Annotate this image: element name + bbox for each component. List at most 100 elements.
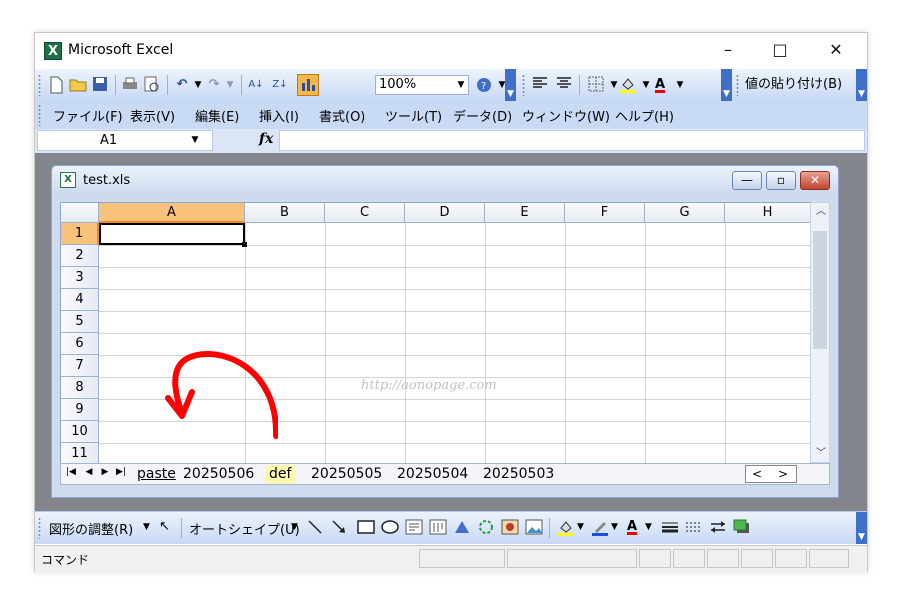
scroll-down-arrow-icon[interactable]: ﹀ (814, 447, 828, 461)
toolbar-grip[interactable] (522, 74, 525, 96)
scroll-right-icon[interactable]: > (778, 466, 788, 482)
vertical-scroll-thumb[interactable] (813, 231, 827, 349)
sheet-tab-20250503[interactable]: 20250503 (479, 465, 558, 484)
toolbar-overflow-chevron-icon[interactable]: ▼ (721, 69, 732, 101)
maximize-button[interactable]: □ (757, 33, 803, 69)
column-header-f[interactable]: F (565, 203, 645, 223)
fill-color-dropdown-icon[interactable]: ▼ (577, 522, 584, 532)
sheet-tab-def[interactable]: def (265, 465, 296, 484)
clip-art-icon[interactable] (501, 519, 519, 539)
menu-help[interactable]: ヘルプ(H) (615, 106, 674, 125)
menu-file[interactable]: ファイル(F) (53, 106, 123, 125)
rectangle-icon[interactable] (357, 519, 375, 539)
menu-edit[interactable]: 編集(E) (195, 106, 239, 125)
font-color-dropdown-icon[interactable]: ▼ (645, 522, 652, 532)
help-icon[interactable]: ? (475, 76, 493, 94)
align-center-icon[interactable] (555, 76, 573, 94)
menu-tools[interactable]: ツール(T) (385, 106, 442, 125)
row-header-11[interactable]: 11 (61, 443, 99, 464)
row-header-10[interactable]: 10 (61, 421, 99, 443)
draw-menu-button[interactable]: 図形の調整(R) (49, 519, 133, 538)
draw-dropdown-icon[interactable]: ▼ (143, 522, 150, 532)
row-header-8[interactable]: 8 (61, 377, 99, 399)
chart-wizard-icon[interactable] (297, 74, 319, 96)
fill-handle[interactable] (242, 242, 247, 247)
line-color-dropdown-icon[interactable]: ▼ (611, 522, 618, 532)
toolbar-grip[interactable] (38, 74, 41, 96)
print-icon[interactable] (121, 76, 139, 94)
prev-sheet-icon[interactable]: ◀ (83, 467, 95, 477)
last-sheet-icon[interactable]: ▶| (115, 467, 127, 477)
menu-grip[interactable] (38, 104, 41, 126)
font-color-icon[interactable]: A (651, 76, 669, 94)
menu-data[interactable]: データ(D) (453, 106, 512, 125)
toolbar-grip[interactable] (736, 74, 739, 96)
sheet-tab-paste[interactable]: paste (133, 465, 180, 484)
row-header-2[interactable]: 2 (61, 245, 99, 267)
autoshapes-button[interactable]: オートシェイプ(U) (189, 519, 300, 538)
select-all-corner[interactable] (61, 203, 99, 223)
zoom-dropdown-icon[interactable]: ▼ (455, 76, 467, 94)
column-header-e[interactable]: E (485, 203, 565, 223)
sheet-tab-20250505[interactable]: 20250505 (307, 465, 386, 484)
column-header-c[interactable]: C (325, 203, 405, 223)
align-left-icon[interactable] (531, 76, 549, 94)
menu-insert[interactable]: 挿入(I) (259, 106, 299, 125)
row-header-7[interactable]: 7 (61, 355, 99, 377)
shadow-style-icon[interactable] (733, 519, 751, 539)
insert-picture-icon[interactable] (525, 519, 543, 539)
line-icon[interactable] (307, 519, 323, 539)
row-header-3[interactable]: 3 (61, 267, 99, 289)
row-header-1[interactable]: 1 (61, 223, 99, 245)
row-header-4[interactable]: 4 (61, 289, 99, 311)
line-style-icon[interactable] (661, 519, 679, 539)
workbook-minimize-button[interactable]: — (732, 171, 762, 190)
vertical-scrollbar[interactable]: ︿ ﹀ (810, 202, 830, 463)
font-color-icon[interactable]: A (627, 519, 637, 534)
new-file-icon[interactable] (47, 76, 65, 94)
row-header-5[interactable]: 5 (61, 311, 99, 333)
fill-color-icon[interactable] (619, 76, 637, 94)
save-icon[interactable] (91, 76, 109, 94)
first-sheet-icon[interactable]: |◀ (65, 467, 77, 477)
borders-icon[interactable] (587, 76, 605, 94)
arrow-style-icon[interactable] (709, 519, 727, 539)
active-cell-a1[interactable] (99, 223, 245, 245)
wordart-icon[interactable] (453, 519, 471, 539)
column-header-b[interactable]: B (245, 203, 325, 223)
arrow-icon[interactable] (331, 519, 347, 539)
toolbar-overflow-chevron-icon[interactable]: ▼ (856, 512, 867, 544)
fx-icon[interactable]: fx (259, 131, 273, 147)
line-color-icon[interactable] (591, 519, 609, 541)
scroll-up-arrow-icon[interactable]: ︿ (814, 205, 828, 219)
column-header-h[interactable]: H (725, 203, 811, 223)
menu-view[interactable]: 表示(V) (130, 106, 175, 125)
sheet-tab-20250506[interactable]: 20250506 (179, 465, 258, 484)
column-header-d[interactable]: D (405, 203, 485, 223)
close-button[interactable]: ✕ (813, 33, 859, 69)
redo-dropdown-icon[interactable]: ▼ (221, 76, 239, 94)
oval-icon[interactable] (381, 519, 399, 539)
print-preview-icon[interactable] (143, 76, 161, 94)
minimize-button[interactable]: – (705, 33, 751, 69)
workbook-restore-button[interactable]: ▫ (766, 171, 796, 190)
fill-color-icon[interactable] (557, 519, 575, 541)
paste-values-button[interactable]: 値の貼り付け(B) (745, 75, 842, 95)
column-header-a[interactable]: A (99, 203, 245, 223)
next-sheet-icon[interactable]: ▶ (99, 467, 111, 477)
name-box-dropdown-icon[interactable]: ▼ (185, 130, 205, 151)
text-box-icon[interactable] (405, 519, 423, 539)
vertical-text-box-icon[interactable] (429, 519, 447, 539)
sort-ascending-icon[interactable]: A↓ (247, 76, 265, 94)
toolbar-overflow-chevron-icon[interactable]: ▼ (505, 69, 516, 101)
row-header-9[interactable]: 9 (61, 399, 99, 421)
sort-descending-icon[interactable]: Z↓ (271, 76, 289, 94)
select-objects-icon[interactable]: ↖ (159, 519, 170, 534)
horizontal-scroll-buttons[interactable]: < > (745, 465, 797, 483)
workbook-close-button[interactable]: ✕ (800, 171, 830, 190)
font-color-dropdown-icon[interactable]: ▼ (671, 76, 689, 94)
column-header-g[interactable]: G (645, 203, 725, 223)
toolbar-overflow-chevron-icon[interactable]: ▼ (856, 69, 867, 101)
row-header-6[interactable]: 6 (61, 333, 99, 355)
open-folder-icon[interactable] (69, 76, 87, 94)
